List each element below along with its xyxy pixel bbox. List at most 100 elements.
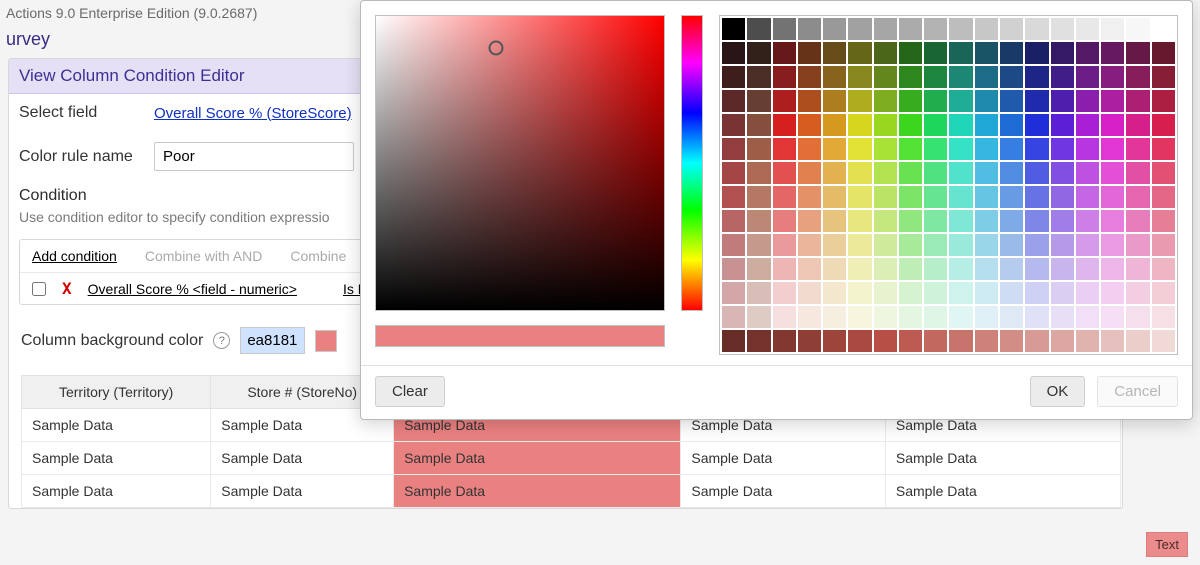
palette-swatch[interactable]: [823, 210, 846, 232]
palette-swatch[interactable]: [924, 186, 947, 208]
palette-swatch[interactable]: [747, 306, 770, 328]
palette-swatch[interactable]: [1051, 162, 1074, 184]
palette-swatch[interactable]: [1051, 186, 1074, 208]
palette-swatch[interactable]: [924, 90, 947, 112]
palette-swatch[interactable]: [924, 210, 947, 232]
palette-swatch[interactable]: [1101, 162, 1124, 184]
combine-and[interactable]: Combine with AND: [145, 248, 263, 264]
palette-swatch[interactable]: [975, 210, 998, 232]
palette-swatch[interactable]: [1000, 138, 1023, 160]
palette-swatch[interactable]: [949, 258, 972, 280]
palette-swatch[interactable]: [1025, 138, 1048, 160]
rule-name-input[interactable]: [154, 142, 354, 171]
palette-swatch[interactable]: [1051, 258, 1074, 280]
palette-swatch[interactable]: [1025, 66, 1048, 88]
palette-swatch[interactable]: [848, 186, 871, 208]
palette-swatch[interactable]: [924, 162, 947, 184]
palette-swatch[interactable]: [874, 330, 897, 352]
palette-swatch[interactable]: [798, 210, 821, 232]
palette-swatch[interactable]: [949, 66, 972, 88]
palette-swatch[interactable]: [924, 114, 947, 136]
palette-swatch[interactable]: [949, 90, 972, 112]
palette-swatch[interactable]: [773, 90, 796, 112]
palette-swatch[interactable]: [1025, 114, 1048, 136]
palette-swatch[interactable]: [798, 306, 821, 328]
palette-swatch[interactable]: [1051, 306, 1074, 328]
palette-swatch[interactable]: [949, 306, 972, 328]
palette-swatch[interactable]: [747, 162, 770, 184]
palette-swatch[interactable]: [975, 306, 998, 328]
palette-swatch[interactable]: [1101, 258, 1124, 280]
palette-swatch[interactable]: [899, 282, 922, 304]
palette-swatch[interactable]: [949, 138, 972, 160]
palette-swatch[interactable]: [773, 114, 796, 136]
palette-swatch[interactable]: [773, 234, 796, 256]
palette-swatch[interactable]: [798, 282, 821, 304]
palette-swatch[interactable]: [773, 18, 796, 40]
palette-swatch[interactable]: [1076, 138, 1099, 160]
bgcolor-hex-input[interactable]: [240, 327, 305, 354]
palette-swatch[interactable]: [823, 162, 846, 184]
palette-swatch[interactable]: [722, 186, 745, 208]
condition-checkbox[interactable]: [32, 282, 46, 296]
palette-swatch[interactable]: [722, 330, 745, 352]
palette-swatch[interactable]: [1126, 18, 1149, 40]
palette-swatch[interactable]: [874, 18, 897, 40]
palette-swatch[interactable]: [1126, 186, 1149, 208]
palette-swatch[interactable]: [1152, 162, 1175, 184]
palette-swatch[interactable]: [823, 234, 846, 256]
palette-swatch[interactable]: [747, 234, 770, 256]
palette-swatch[interactable]: [924, 258, 947, 280]
palette-swatch[interactable]: [1152, 210, 1175, 232]
condition-field[interactable]: Overall Score % <field - numeric>: [88, 281, 297, 297]
palette-swatch[interactable]: [1025, 42, 1048, 64]
palette-swatch[interactable]: [1152, 42, 1175, 64]
palette-swatch[interactable]: [823, 282, 846, 304]
palette-swatch[interactable]: [899, 90, 922, 112]
palette-swatch[interactable]: [949, 282, 972, 304]
palette-swatch[interactable]: [722, 66, 745, 88]
palette-swatch[interactable]: [1051, 210, 1074, 232]
palette-swatch[interactable]: [1076, 210, 1099, 232]
palette-swatch[interactable]: [1076, 42, 1099, 64]
palette-swatch[interactable]: [1025, 210, 1048, 232]
palette-swatch[interactable]: [773, 162, 796, 184]
palette-swatch[interactable]: [1051, 114, 1074, 136]
palette-swatch[interactable]: [975, 330, 998, 352]
palette-swatch[interactable]: [1076, 258, 1099, 280]
palette-swatch[interactable]: [899, 330, 922, 352]
palette-swatch[interactable]: [747, 282, 770, 304]
palette-swatch[interactable]: [975, 186, 998, 208]
palette-swatch[interactable]: [848, 114, 871, 136]
palette-swatch[interactable]: [798, 330, 821, 352]
palette-swatch[interactable]: [848, 234, 871, 256]
palette-swatch[interactable]: [1000, 18, 1023, 40]
palette-swatch[interactable]: [1101, 330, 1124, 352]
palette-swatch[interactable]: [1152, 186, 1175, 208]
palette-swatch[interactable]: [1126, 306, 1149, 328]
palette-swatch[interactable]: [798, 90, 821, 112]
palette-swatch[interactable]: [1126, 66, 1149, 88]
palette-swatch[interactable]: [1000, 162, 1023, 184]
palette-swatch[interactable]: [1076, 18, 1099, 40]
palette-swatch[interactable]: [1076, 282, 1099, 304]
palette-swatch[interactable]: [1000, 114, 1023, 136]
palette-swatch[interactable]: [848, 138, 871, 160]
palette-swatch[interactable]: [949, 210, 972, 232]
palette-swatch[interactable]: [899, 210, 922, 232]
palette-swatch[interactable]: [1126, 90, 1149, 112]
palette-swatch[interactable]: [975, 18, 998, 40]
palette-swatch[interactable]: [798, 42, 821, 64]
combine-or[interactable]: Combine: [290, 248, 346, 264]
palette-swatch[interactable]: [874, 90, 897, 112]
palette-swatch[interactable]: [1051, 90, 1074, 112]
palette-swatch[interactable]: [899, 138, 922, 160]
palette-swatch[interactable]: [773, 66, 796, 88]
palette-swatch[interactable]: [773, 42, 796, 64]
color-swatch-grid[interactable]: [719, 15, 1178, 355]
palette-swatch[interactable]: [899, 186, 922, 208]
palette-swatch[interactable]: [874, 114, 897, 136]
palette-swatch[interactable]: [1051, 18, 1074, 40]
palette-swatch[interactable]: [975, 138, 998, 160]
palette-swatch[interactable]: [722, 306, 745, 328]
